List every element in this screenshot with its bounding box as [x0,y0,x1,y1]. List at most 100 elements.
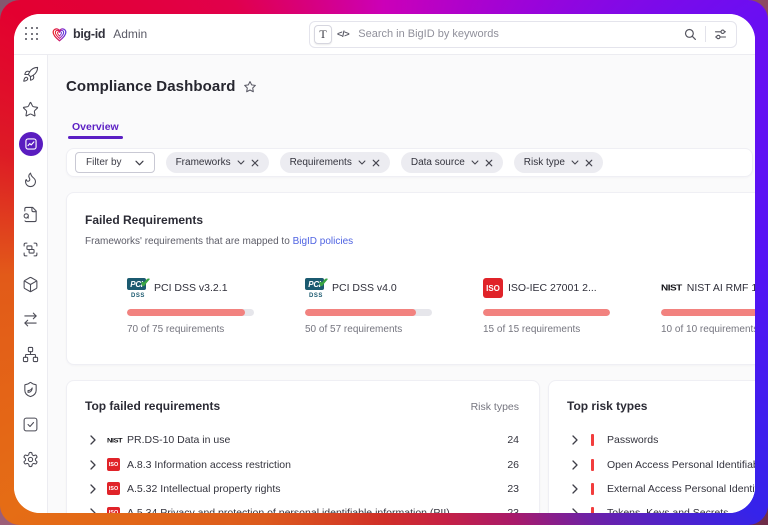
tab-bar: Overview [66,117,755,139]
dashboard-chart-icon [24,137,38,151]
close-icon[interactable] [585,159,593,167]
checkbox-icon [22,416,39,433]
chevron-right-icon[interactable] [572,460,578,470]
filter-by-dropdown[interactable]: Filter by [75,152,155,173]
top-risk-types-card: Top risk types Passwords Open Access Per… [548,380,755,513]
sidebar-item-favorites[interactable] [20,98,42,120]
row-logo [591,459,605,471]
sidebar-item-hierarchy[interactable] [20,343,42,365]
sidebar-item-catalog[interactable] [20,203,42,225]
framework-tile[interactable]: ISO ISO-IEC 27001 2... 15 of 15 requirem… [483,276,610,335]
table-row[interactable]: ISO A.8.3 Information access restriction… [85,452,519,476]
row-expand-chevron[interactable] [572,484,580,494]
filter-chip-risk-type[interactable]: Risk type [514,152,603,173]
tab-overview[interactable]: Overview [68,121,123,139]
sidebar-item-classification[interactable] [20,238,42,260]
bigid-logo[interactable]: big-id Admin [51,26,147,43]
progress-bar [305,309,432,316]
table-row[interactable]: Passwords [567,428,755,452]
sidebar-item-activity[interactable] [20,168,42,190]
iso-logo: ISO [107,507,120,513]
table-row[interactable]: Tokens, Keys and Secrets [567,501,755,513]
sidebar-item-data[interactable] [20,273,42,295]
row-expand-chevron[interactable] [90,435,98,445]
chevron-down-icon [135,160,144,166]
top-failed-title: Top failed requirements [85,399,220,413]
framework-header: PCI✔DSS PCI DSS v3.2.1 [127,276,254,300]
table-row[interactable]: Open Access Personal Identifiable Inform… [567,452,755,476]
check-icon: ✔ [318,276,329,289]
hierarchy-icon [22,346,39,363]
chevron-down-icon[interactable] [571,160,579,165]
iso-logo: ISO [107,458,120,471]
sidebar-item-privacy[interactable] [20,378,42,400]
framework-header: ISO ISO-IEC 27001 2... [483,276,610,300]
close-icon[interactable] [372,159,380,167]
risk-type-bar-icon [591,483,594,495]
sidebar-nav [14,55,48,513]
framework-header: PCI✔DSS PCI DSS v4.0 [305,276,432,300]
row-logo: NIST [107,436,121,445]
table-row[interactable]: NIST PR.DS-10 Data in use 24 [85,428,519,452]
document-search-icon [22,206,39,223]
top-risk-types-title: Top risk types [567,399,647,413]
rocket-icon [22,66,39,83]
filter-chip-frameworks[interactable]: Frameworks [166,152,269,173]
sidebar-item-transfer[interactable] [20,308,42,330]
search-text-mode-button[interactable]: T [314,25,332,44]
table-row[interactable]: ISO A.5.32 Intellectual property rights … [85,477,519,501]
chevron-right-icon[interactable] [90,484,96,494]
bigid-policies-link[interactable]: BigID policies [293,236,354,247]
chevron-right-icon[interactable] [90,435,96,445]
chevron-down-icon[interactable] [471,160,479,165]
row-expand-chevron[interactable] [90,484,98,494]
global-search-bar[interactable]: T </> Search in BigID by keywords [309,21,737,48]
table-row[interactable]: ISO A.5.34 Privacy and protection of per… [85,501,519,513]
filter-bar: Filter by Frameworks Requirements Data s… [66,148,753,177]
row-expand-chevron[interactable] [90,508,98,513]
filter-chip-requirements[interactable]: Requirements [280,152,390,173]
risk-type-bar-icon [591,459,594,471]
chevron-right-icon[interactable] [90,508,96,513]
table-rows: Passwords Open Access Personal Identifia… [567,428,755,513]
search-divider [705,26,706,42]
row-logo [591,434,605,446]
close-icon[interactable] [485,159,493,167]
risk-types-column-header: Risk types [471,401,519,413]
row-expand-chevron[interactable] [572,435,580,445]
app-launcher-grid-icon[interactable] [25,27,39,41]
failed-requirements-title: Failed Requirements [85,213,755,227]
search-code-mode-button[interactable]: </> [337,29,349,40]
row-expand-chevron[interactable] [90,460,98,470]
sidebar-item-tasks[interactable] [20,413,42,435]
sidebar-item-settings[interactable] [20,448,42,470]
framework-tile[interactable]: PCI✔DSS PCI DSS v4.0 50 of 57 requiremen… [305,276,432,335]
table-row[interactable]: External Access Personal Identifiable In… [567,477,755,501]
star-favorite-icon[interactable] [243,80,257,94]
page-header: Compliance Dashboard [66,78,755,95]
row-expand-chevron[interactable] [572,460,580,470]
filter-chip-data-source[interactable]: Data source [401,152,503,173]
transfer-arrows-icon [22,311,39,328]
nist-logo: NIST [661,283,682,292]
framework-tile[interactable]: PCI✔DSS PCI DSS v3.2.1 70 of 75 requirem… [127,276,254,335]
chevron-right-icon[interactable] [90,460,96,470]
gear-icon [22,451,39,468]
chevron-down-icon[interactable] [237,160,245,165]
search-input[interactable]: Search in BigID by keywords [358,28,683,40]
sidebar-item-rocket[interactable] [20,63,42,85]
progress-bar [661,309,755,316]
chevron-right-icon[interactable] [572,508,578,513]
row-expand-chevron[interactable] [572,508,580,513]
framework-header: NIST NIST AI RMF 1.0 [661,276,755,300]
bigid-heart-fingerprint-logo [51,26,68,43]
chevron-right-icon[interactable] [572,484,578,494]
close-icon[interactable] [251,159,259,167]
sidebar-item-dashboard-active[interactable] [19,132,43,156]
advanced-search-sliders-icon[interactable] [713,27,728,42]
search-icon[interactable] [683,27,698,42]
framework-tile[interactable]: NIST NIST AI RMF 1.0 10 of 10 requiremen… [661,276,755,335]
chevron-down-icon[interactable] [358,160,366,165]
shield-leaf-icon [22,381,39,398]
chevron-right-icon[interactable] [572,435,578,445]
